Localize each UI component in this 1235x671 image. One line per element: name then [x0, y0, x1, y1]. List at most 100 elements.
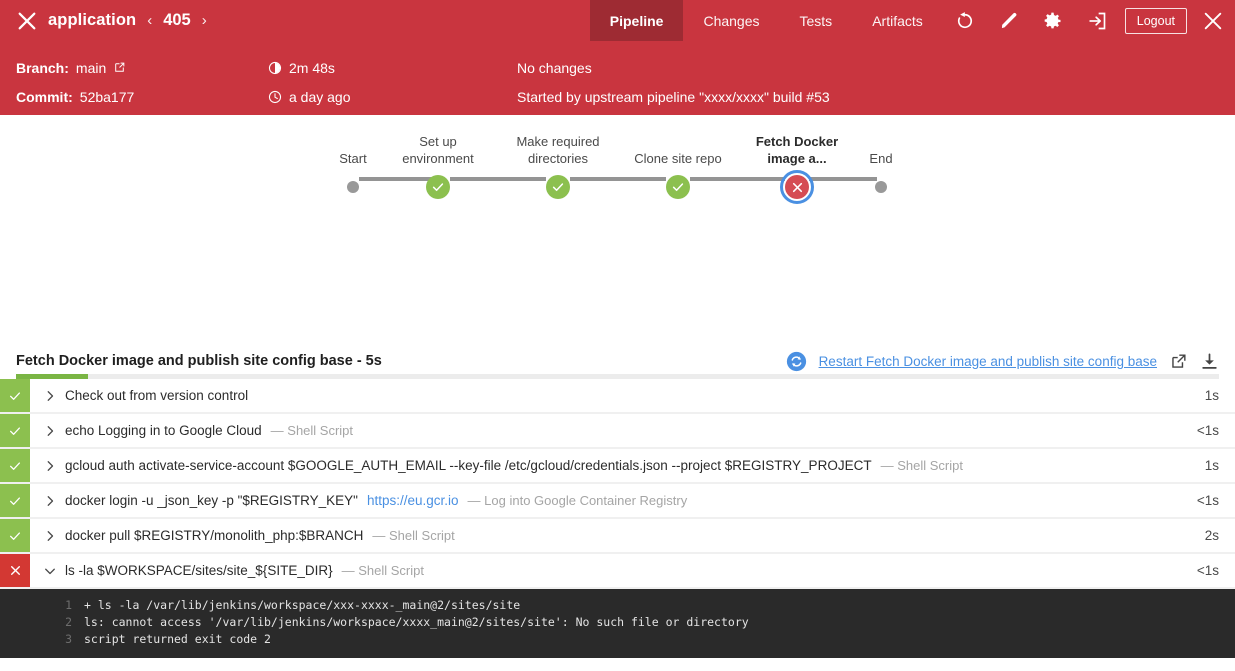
- pipeline-stage-graph: Start Set up environment Make required dir…: [0, 115, 1235, 343]
- commit-row: Commit: 52ba177: [16, 82, 134, 111]
- step-duration: 2s: [1204, 528, 1219, 543]
- step-type-label: — Shell Script: [372, 528, 455, 543]
- stage-node-start[interactable]: [347, 181, 359, 193]
- stage-graph-canvas: Start Set up environment Make required dir…: [0, 127, 1235, 237]
- chevron-right-icon[interactable]: [44, 425, 56, 437]
- step-label: ls -la $WORKSPACE/sites/site_${SITE_DIR}: [65, 563, 333, 578]
- run-info-timing-column: 2m 48s a day ago: [268, 53, 351, 111]
- table-row[interactable]: Check out from version control 1s: [0, 379, 1235, 414]
- step-label: Check out from version control: [65, 388, 249, 403]
- run-number: 405: [163, 11, 191, 29]
- duration-row: 2m 48s: [268, 53, 351, 82]
- step-list: Check out from version control 1s echo L…: [0, 379, 1235, 589]
- stage-node-success[interactable]: [426, 175, 450, 199]
- tab-pipeline[interactable]: Pipeline: [589, 0, 684, 41]
- table-row[interactable]: docker login -u _json_key -p "$REGISTRY_…: [0, 484, 1235, 519]
- step-status-success: [0, 519, 30, 552]
- open-external-icon[interactable]: [1169, 352, 1188, 371]
- download-icon[interactable]: [1200, 352, 1219, 371]
- stage-node-success[interactable]: [546, 175, 570, 199]
- result-title: Fetch Docker image and publish site conf…: [16, 353, 382, 369]
- header-breadcrumb-area: application ‹ 405 ›: [0, 0, 590, 41]
- chevron-right-icon[interactable]: [44, 390, 56, 402]
- step-type-label: — Shell Script: [341, 563, 424, 578]
- duration-value: 2m 48s: [289, 59, 335, 76]
- run-info-source-column: Branch: main Commit: 52ba177: [16, 53, 134, 111]
- log-line-number: 3: [65, 632, 72, 646]
- table-row[interactable]: ls -la $WORKSPACE/sites/site_${SITE_DIR}…: [0, 554, 1235, 589]
- chevron-down-icon[interactable]: [44, 565, 56, 577]
- stage-make-required-directories[interactable]: Make required directories: [488, 127, 628, 199]
- tab-artifacts[interactable]: Artifacts: [852, 0, 943, 41]
- step-label: echo Logging in to Google Cloud: [65, 423, 262, 438]
- window-close-icon[interactable]: [1191, 0, 1235, 41]
- step-body[interactable]: echo Logging in to Google Cloud — Shell …: [30, 414, 1187, 447]
- step-label: docker login -u _json_key -p "$REGISTRY_…: [65, 493, 358, 508]
- time-value: a day ago: [289, 88, 351, 105]
- tab-changes[interactable]: Changes: [683, 0, 779, 41]
- stage-node-failure[interactable]: [780, 170, 814, 204]
- step-duration: <1s: [1196, 563, 1219, 578]
- table-row[interactable]: gcloud auth activate-service-account $GO…: [0, 449, 1235, 484]
- restart-stage-link[interactable]: Restart Fetch Docker image and publish s…: [819, 354, 1157, 369]
- edit-icon[interactable]: [987, 0, 1031, 41]
- stage-node-end[interactable]: [875, 181, 887, 193]
- log-line-text: + ls -la /var/lib/jenkins/workspace/xxx-…: [84, 598, 521, 612]
- page-title: application: [48, 11, 137, 29]
- step-type-label: — Log into Google Container Registry: [467, 493, 688, 508]
- stage-set-up-environment[interactable]: Set up environment: [368, 127, 508, 199]
- stage-selection-ring: [780, 170, 814, 204]
- branch-row: Branch: main: [16, 53, 134, 82]
- logout-arrow-icon[interactable]: [1075, 0, 1119, 41]
- restart-icon[interactable]: [786, 351, 807, 372]
- table-row[interactable]: docker pull $REGISTRY/monolith_php:$BRAN…: [0, 519, 1235, 554]
- step-body[interactable]: ls -la $WORKSPACE/sites/site_${SITE_DIR}…: [30, 554, 1187, 587]
- tab-tests[interactable]: Tests: [780, 0, 853, 41]
- chevron-right-icon[interactable]: [44, 495, 56, 507]
- external-link-icon[interactable]: [113, 61, 126, 74]
- console-log-output[interactable]: 1 + ls -la /var/lib/jenkins/workspace/xx…: [0, 589, 1235, 658]
- step-result-header: Fetch Docker image and publish site conf…: [0, 343, 1235, 379]
- commit-value: 52ba177: [79, 88, 135, 105]
- step-duration: 1s: [1204, 458, 1219, 473]
- step-type-label: — Shell Script: [270, 423, 354, 438]
- chevron-right-icon[interactable]: [44, 530, 56, 542]
- step-duration: <1s: [1196, 493, 1219, 508]
- log-line-number: 1: [65, 598, 72, 612]
- commit-label: Commit:: [16, 88, 73, 105]
- step-status-success: [0, 449, 30, 482]
- step-body[interactable]: Check out from version control: [30, 379, 1195, 412]
- chevron-right-icon[interactable]: [44, 460, 56, 472]
- step-body[interactable]: docker pull $REGISTRY/monolith_php:$BRAN…: [30, 519, 1195, 552]
- step-status-success: [0, 379, 30, 412]
- stage-end[interactable]: End: [811, 127, 951, 193]
- log-line: 2 ls: cannot access '/var/lib/jenkins/wo…: [0, 614, 1235, 631]
- step-status-success: [0, 484, 30, 517]
- step-body[interactable]: gcloud auth activate-service-account $GO…: [30, 449, 1195, 482]
- gear-icon[interactable]: [1031, 0, 1075, 41]
- step-duration: <1s: [1196, 423, 1219, 438]
- result-actions: Restart Fetch Docker image and publish s…: [786, 351, 1219, 372]
- step-link[interactable]: https://eu.gcr.io: [367, 493, 459, 508]
- step-status-success: [0, 414, 30, 447]
- logout-button[interactable]: Logout: [1124, 7, 1187, 34]
- stage-progress-track: [16, 374, 1219, 379]
- log-line: 1 + ls -la /var/lib/jenkins/workspace/xx…: [0, 597, 1235, 614]
- branch-label: Branch:: [16, 59, 69, 76]
- log-line: 3 script returned exit code 2: [0, 631, 1235, 648]
- previous-run-arrow[interactable]: ‹: [146, 13, 153, 28]
- close-icon[interactable]: [16, 10, 38, 32]
- stage-label: End: [869, 151, 893, 166]
- table-row[interactable]: echo Logging in to Google Cloud — Shell …: [0, 414, 1235, 449]
- duration-icon: [268, 61, 282, 75]
- stage-node-success[interactable]: [666, 175, 690, 199]
- time-row: a day ago: [268, 82, 351, 111]
- step-body[interactable]: docker login -u _json_key -p "$REGISTRY_…: [30, 484, 1187, 517]
- run-info-bar: Branch: main Commit: 52ba177 2m 48s a da…: [0, 41, 1235, 115]
- replay-icon[interactable]: [943, 0, 987, 41]
- step-label: docker pull $REGISTRY/monolith_php:$BRAN…: [65, 528, 364, 543]
- log-line-text: ls: cannot access '/var/lib/jenkins/work…: [84, 615, 749, 629]
- header-actions: Pipeline Changes Tests Artifacts Logout: [589, 0, 1235, 41]
- next-run-arrow[interactable]: ›: [201, 13, 208, 28]
- step-type-label: — Shell Script: [880, 458, 963, 473]
